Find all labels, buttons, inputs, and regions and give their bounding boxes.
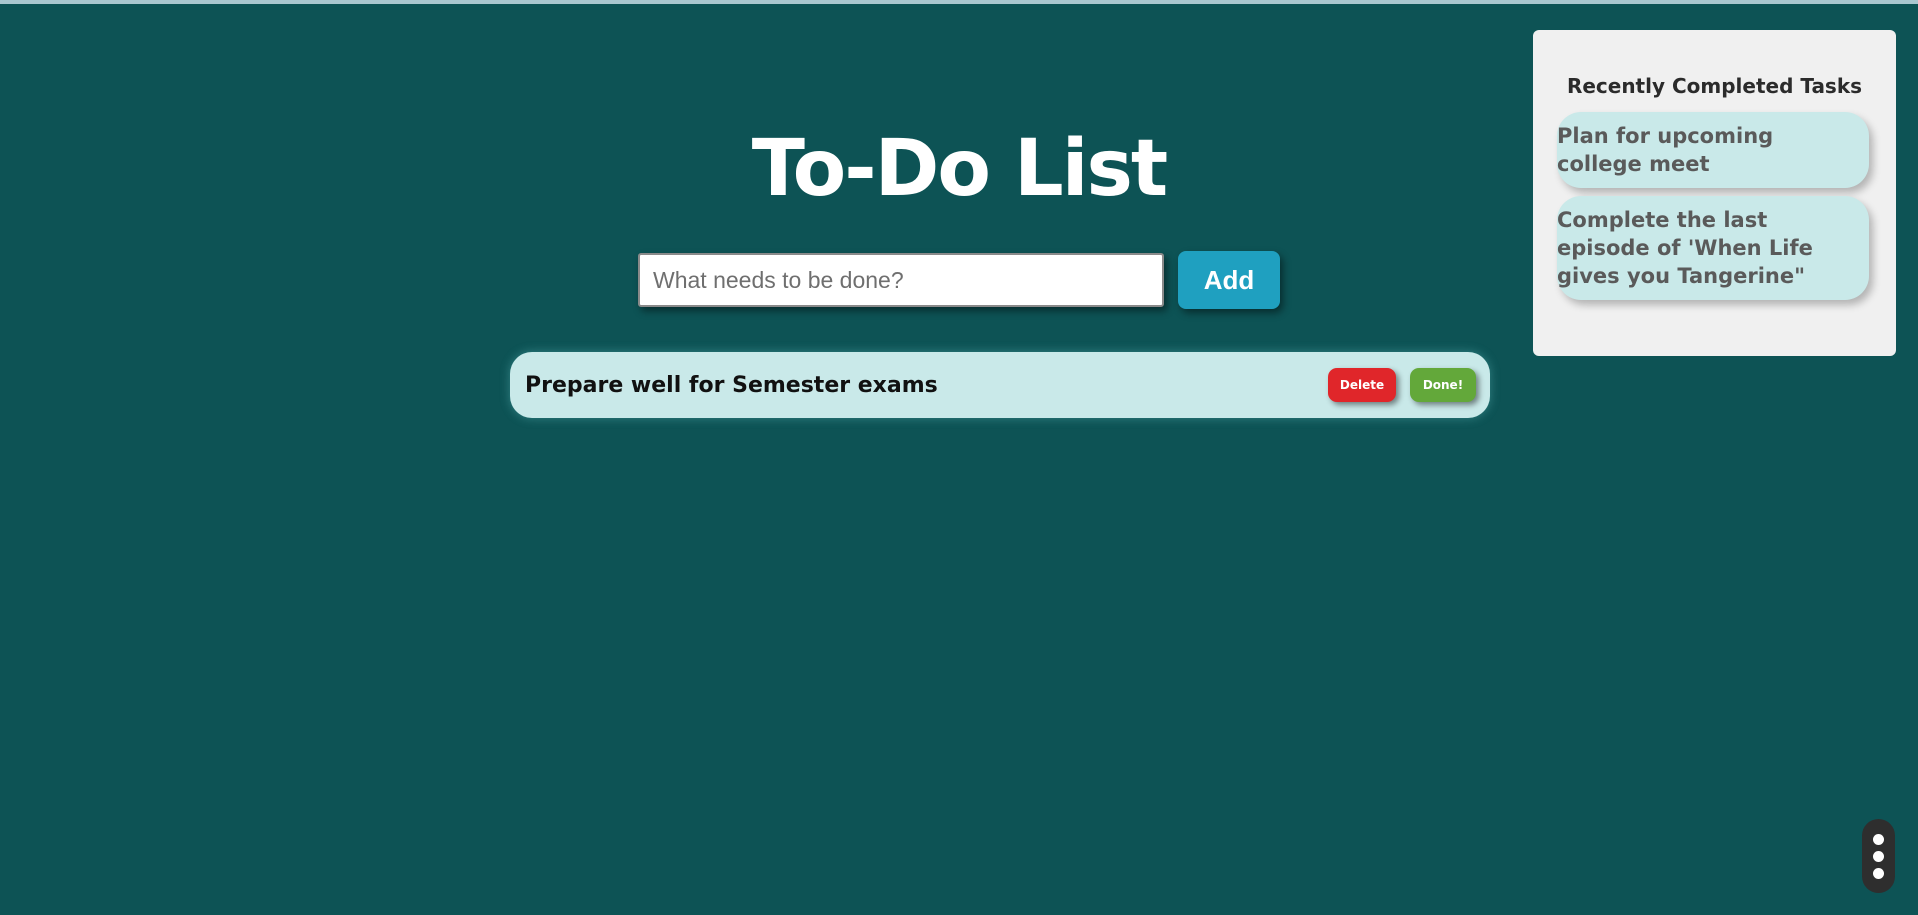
todo-item-text: Prepare well for Semester exams [525,372,938,398]
todo-item: Prepare well for Semester exams Delete D… [510,352,1490,418]
vertical-dots-icon [1873,833,1884,879]
task-input[interactable] [638,253,1164,307]
delete-button[interactable]: Delete [1328,368,1396,402]
add-button[interactable]: Add [1178,251,1280,309]
completed-list: Plan for upcoming college meet Complete … [1557,112,1872,300]
recently-completed-panel: Recently Completed Tasks Plan for upcomi… [1533,30,1896,356]
todo-list: Prepare well for Semester exams Delete D… [510,352,1490,418]
top-border-strip [0,0,1918,4]
more-options-button[interactable] [1862,819,1895,893]
done-button[interactable]: Done! [1410,368,1476,402]
completed-item: Plan for upcoming college meet [1557,112,1869,188]
completed-item: Complete the last episode of 'When Life … [1557,196,1869,300]
add-task-form: Add [638,251,1280,309]
completed-panel-title: Recently Completed Tasks [1566,74,1863,98]
